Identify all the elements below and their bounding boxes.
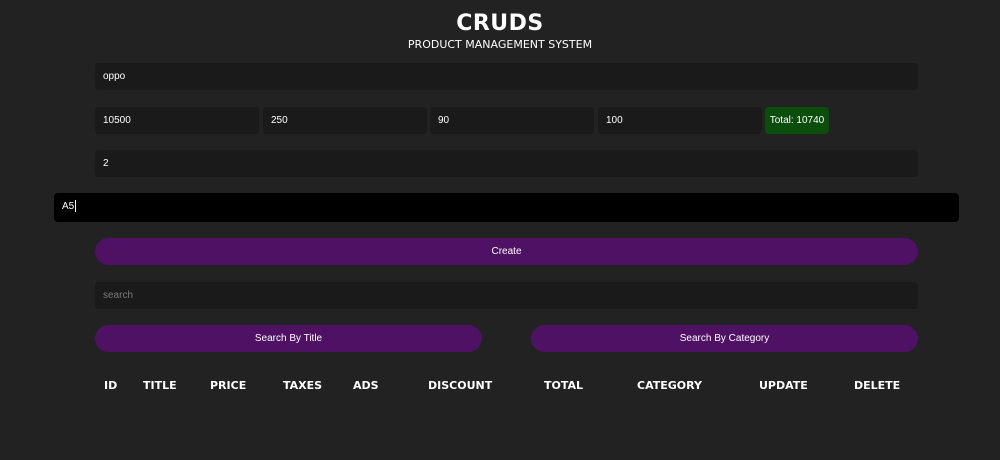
column-header-ads: ADS xyxy=(353,379,379,392)
column-header-title: TITLE xyxy=(143,379,177,392)
search-by-category-button[interactable]: Search By Category xyxy=(531,325,918,352)
column-header-category: CATEGORY xyxy=(637,379,702,392)
column-header-discount: DISCOUNT xyxy=(428,379,493,392)
search-input[interactable]: search xyxy=(95,282,918,309)
create-button[interactable]: Create xyxy=(95,238,918,265)
total-badge: Total: 10740 xyxy=(765,107,829,134)
column-header-taxes: TAXES xyxy=(283,379,323,392)
category-input[interactable]: A5 xyxy=(54,193,959,222)
discount-input[interactable]: 100 xyxy=(598,107,762,134)
price-input[interactable]: 10500 xyxy=(95,107,259,134)
text-caret xyxy=(75,200,77,213)
search-by-title-button[interactable]: Search By Title xyxy=(95,325,482,352)
column-header-update: UPDATE xyxy=(759,379,808,392)
column-header-id: ID xyxy=(104,379,118,392)
page-header: CRUDS PRODUCT MANAGEMENT SYSTEM xyxy=(0,10,1000,52)
ads-input[interactable]: 90 xyxy=(430,107,594,134)
taxes-input[interactable]: 250 xyxy=(263,107,427,134)
count-input[interactable]: 2 xyxy=(95,150,918,177)
column-header-total: TOTAL xyxy=(544,379,584,392)
column-header-delete: DELETE xyxy=(854,379,901,392)
category-input-value: A5 xyxy=(62,201,75,212)
column-header-price: PRICE xyxy=(210,379,247,392)
page-subtitle: PRODUCT MANAGEMENT SYSTEM xyxy=(407,38,593,51)
page-title: CRUDS xyxy=(456,11,544,36)
title-input[interactable]: oppo xyxy=(95,63,918,90)
